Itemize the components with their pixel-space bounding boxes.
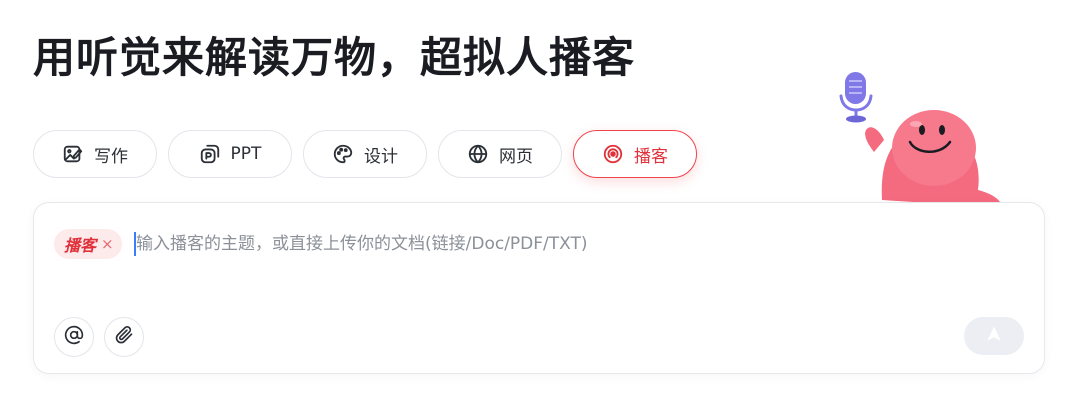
tab-ppt[interactable]: PPT bbox=[168, 130, 292, 178]
tab-design[interactable]: 设计 bbox=[303, 130, 427, 178]
chip-close-icon[interactable]: × bbox=[101, 236, 114, 252]
attach-button[interactable] bbox=[104, 317, 144, 357]
podcast-icon bbox=[602, 143, 624, 165]
palette-icon bbox=[332, 143, 354, 165]
tab-design-label: 设计 bbox=[364, 146, 398, 167]
paperclip-icon bbox=[114, 325, 134, 349]
page-headline: 用听觉来解读万物，超拟人播客 bbox=[33, 33, 636, 82]
tab-webpage-label: 网页 bbox=[499, 146, 533, 167]
tab-podcast-label: 播客 bbox=[634, 146, 668, 167]
prompt-input[interactable] bbox=[136, 229, 1016, 259]
prompt-composer: 播客 × bbox=[33, 202, 1045, 374]
tab-podcast[interactable]: 播客 bbox=[573, 130, 697, 178]
mode-chip-label: 播客 bbox=[64, 236, 97, 255]
send-arrow-icon bbox=[984, 324, 1004, 348]
at-icon bbox=[64, 325, 84, 349]
tab-write-label: 写作 bbox=[94, 146, 128, 167]
mascot-illustration bbox=[836, 66, 1016, 216]
tab-webpage[interactable]: 网页 bbox=[438, 130, 562, 178]
microphone-icon bbox=[839, 72, 873, 123]
tab-ppt-label: PPT bbox=[230, 144, 262, 164]
mode-tabs: 写作 PPT 设计 网页 播客 bbox=[33, 130, 697, 178]
mode-chip: 播客 × bbox=[54, 229, 122, 259]
globe-icon bbox=[467, 143, 489, 165]
pink-character bbox=[865, 110, 1001, 209]
mention-button[interactable] bbox=[54, 317, 94, 357]
tab-write[interactable]: 写作 bbox=[33, 130, 157, 178]
send-button[interactable] bbox=[964, 317, 1024, 355]
ppt-icon bbox=[199, 143, 221, 165]
write-icon bbox=[62, 143, 84, 165]
